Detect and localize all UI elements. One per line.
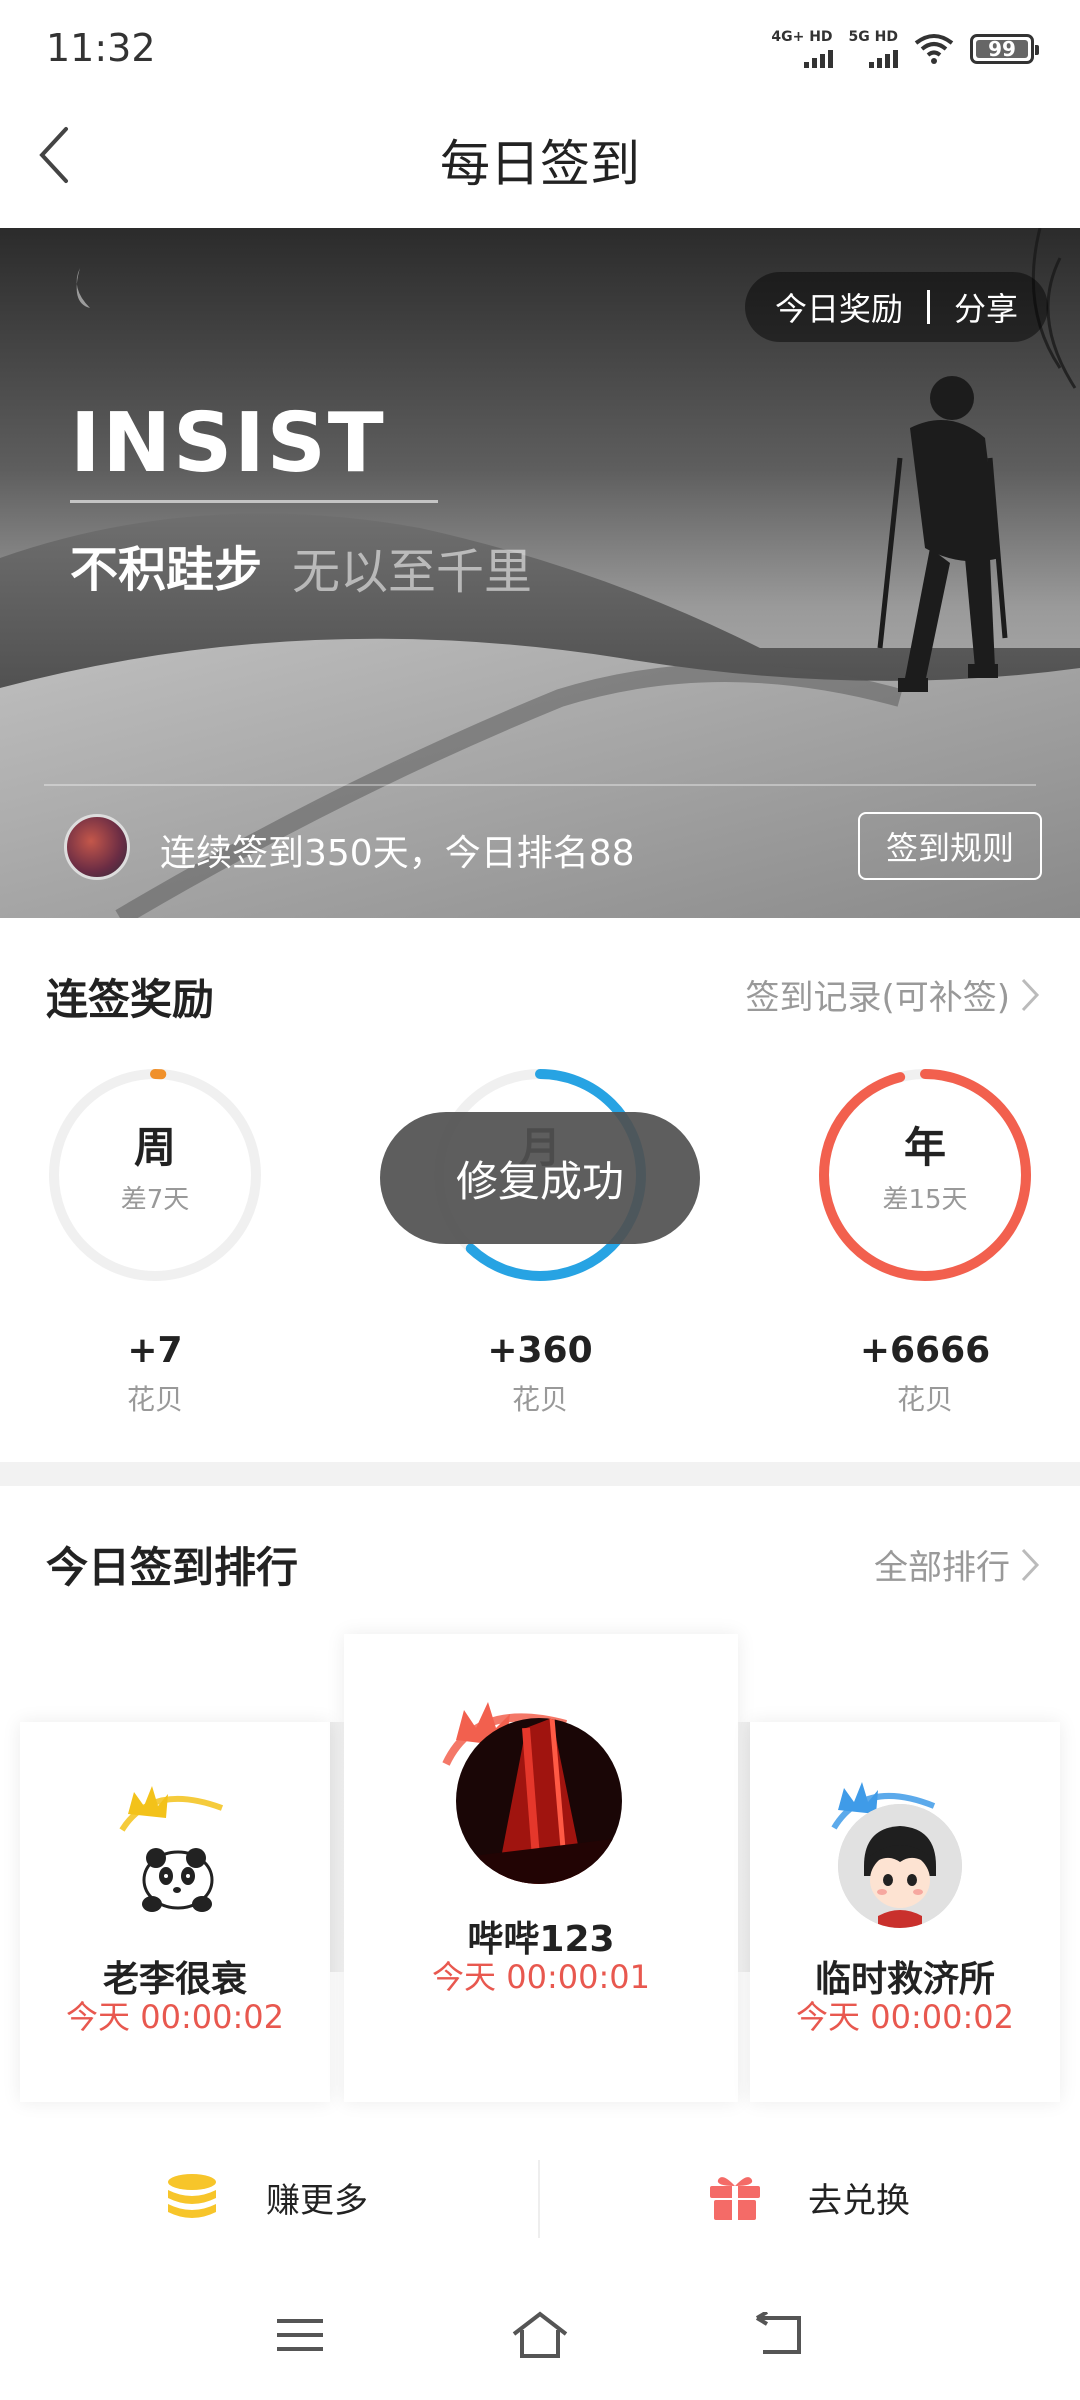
signal-2: 5G HD [849, 30, 898, 68]
rank-avatar-2 [122, 1818, 230, 1926]
checkin-record-label: 签到记录(可补签) [745, 978, 1010, 1018]
year-reward-unit: 花贝 [896, 1383, 953, 1416]
banner: 今日奖励 分享 INSIST 不积跬步 无以至千里 连续签到350天，今日排名8… [0, 228, 1080, 918]
back-nav-button[interactable] [740, 2300, 820, 2370]
earn-more-label: 赚更多 [266, 2180, 368, 2221]
rank-time-3: 今天 00:00:02 [796, 1998, 1014, 2036]
today-reward-link[interactable]: 今日奖励 [775, 284, 903, 330]
red-tower-avatar-image [456, 1718, 622, 1884]
signal-2-label: 5G HD [848, 29, 898, 45]
panda-avatar-image [142, 1848, 214, 1912]
ring-week-label: 周 差7天 [42, 1114, 268, 1216]
rank-card-3[interactable]: 临时救济所 今天 00:00:02 [750, 1722, 1060, 2102]
return-icon [755, 2312, 801, 2354]
rank-avatar-1 [456, 1718, 622, 1884]
all-ranking-label: 全部排行 [874, 1548, 1010, 1588]
rank-card-2[interactable]: 老李很衰 今天 00:00:02 [20, 1722, 330, 2102]
ring-year-remaining: 差15天 [882, 1185, 968, 1215]
year-reward-value: +6666 [859, 1330, 991, 1371]
ring-week-period: 周 [133, 1123, 176, 1172]
rank-time-1: 今天 00:00:01 [432, 1958, 650, 1996]
page-title: 每日签到 [440, 135, 640, 193]
ring-year[interactable]: 年 差15天 [812, 1062, 1038, 1288]
status-indicators: 4G+ HD 5G HD 99 [771, 29, 1039, 68]
motto-sub: 无以至千里 [292, 544, 533, 600]
week-reward-unit: 花贝 [126, 1383, 183, 1416]
banner-divider [44, 784, 1036, 786]
checkin-rules-button[interactable]: 签到规则 [858, 812, 1042, 880]
chevron-right-icon [1021, 1548, 1040, 1581]
section-gap [0, 1462, 1080, 1486]
home-icon [512, 2311, 568, 2358]
signal-bars-icon [803, 44, 833, 68]
battery-icon: 99 [970, 34, 1039, 64]
battery-level: 99 [988, 37, 1016, 61]
ring-year-period: 年 [903, 1123, 946, 1172]
redeem-label: 去兑换 [808, 2180, 910, 2221]
signal-1: 4G+ HD [771, 29, 833, 68]
streak-rewards-title: 连签奖励 [46, 975, 215, 1024]
coin-stack-icon [168, 2174, 216, 2218]
streak-text: 连续签到350天，今日排名88 [160, 833, 635, 874]
home-nav-button[interactable] [500, 2300, 580, 2370]
status-time: 11:32 [46, 26, 156, 70]
rank-time-2: 今天 00:00:02 [66, 1998, 284, 2036]
toast-message: 修复成功 [380, 1112, 700, 1244]
action-divider [538, 2160, 540, 2238]
checkin-record-link[interactable]: 签到记录(可补签) [745, 970, 1040, 1019]
headline-underline [70, 500, 438, 503]
chevron-right-icon [1021, 978, 1040, 1011]
pill-divider [926, 290, 930, 324]
share-link[interactable]: 分享 [954, 284, 1018, 330]
month-reward-unit: 花贝 [511, 1383, 568, 1416]
month-reward-value: +360 [487, 1330, 593, 1371]
all-ranking-link[interactable]: 全部排行 [874, 1540, 1040, 1589]
gift-icon [710, 2177, 760, 2220]
rank-card-1[interactable]: 哔哔123 今天 00:00:01 [344, 1634, 738, 2102]
ranking-title: 今日签到排行 [46, 1543, 299, 1592]
signal-bars-icon [869, 44, 898, 68]
signal-1-label: 4G+ HD [771, 29, 833, 45]
ring-year-label: 年 差15天 [812, 1114, 1038, 1216]
week-reward-value: +7 [127, 1330, 183, 1371]
reward-share-pill: 今日奖励 分享 [744, 272, 1048, 342]
bottom-action-bar [0, 2126, 1080, 2276]
girl-avatar-image [838, 1804, 962, 1928]
earn-more-button[interactable]: 赚更多 [164, 2172, 368, 2222]
rank-avatar-3 [838, 1804, 962, 1928]
user-avatar[interactable] [64, 814, 130, 880]
wifi-icon [914, 34, 954, 64]
menu-icon [277, 2319, 323, 2351]
banner-headline: INSIST [70, 396, 386, 491]
ring-week-remaining: 差7天 [120, 1185, 190, 1215]
ring-week[interactable]: 周 差7天 [42, 1062, 268, 1288]
motto-main: 不积跬步 [70, 542, 263, 598]
menu-nav-button[interactable] [260, 2300, 340, 2370]
redeem-button[interactable]: 去兑换 [708, 2172, 910, 2222]
